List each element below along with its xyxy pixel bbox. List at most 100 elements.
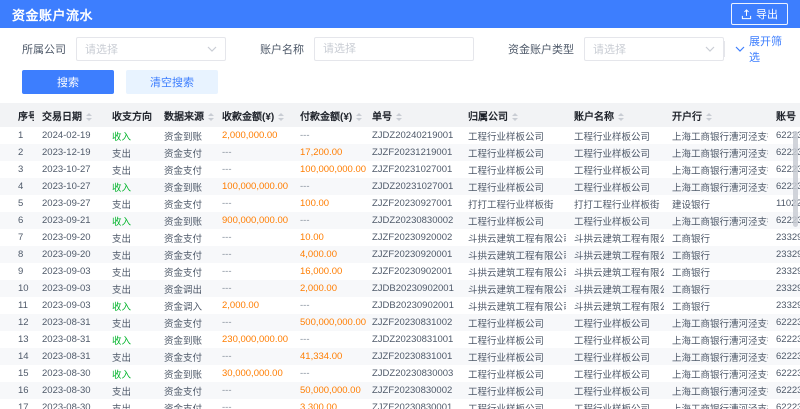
vertical-scrollbar[interactable]	[793, 131, 798, 227]
cell-company: 工程行业样板公司	[460, 127, 566, 144]
cell-account: 斗拱云建筑工程有限公司	[566, 246, 664, 263]
cell-direction: 支出	[104, 195, 156, 212]
sort-icon[interactable]	[86, 113, 92, 121]
cell-pay: 100,000,000.00	[292, 161, 364, 178]
cell-account_no: 23329499...	[768, 297, 800, 314]
column-header[interactable]: 账号	[768, 103, 800, 127]
cell-direction: 收入	[104, 178, 156, 195]
cell-no: 16	[0, 382, 34, 399]
sort-icon[interactable]	[706, 113, 712, 121]
column-label: 数据来源	[164, 112, 204, 123]
cell-receive: ---	[214, 280, 292, 297]
column-header[interactable]: 单号	[364, 103, 460, 127]
cell-receive: ---	[214, 229, 292, 246]
cell-company: 斗拱云建筑工程有限公司	[460, 297, 566, 314]
table-row: 32023-10-27支出资金支付---100,000,000.00ZJZF20…	[0, 161, 800, 178]
cell-company: 工程行业样板公司	[460, 365, 566, 382]
cell-company: 斗拱云建筑工程有限公司	[460, 280, 566, 297]
cell-direction: 支出	[104, 144, 156, 161]
column-label: 收支方向	[112, 112, 152, 123]
cell-date: 2023-08-31	[34, 314, 104, 331]
cell-receive: ---	[214, 399, 292, 409]
column-header[interactable]: 付款金额(¥)	[292, 103, 364, 127]
cell-account: 工程行业样板公司	[566, 331, 664, 348]
account-name-input[interactable]	[314, 37, 474, 61]
chevron-down-icon	[735, 46, 745, 52]
chevron-down-icon	[207, 46, 217, 52]
cell-order_no: ZJZF20230927001	[364, 195, 460, 212]
column-label: 收款金额(¥)	[222, 112, 274, 123]
cell-pay: ---	[292, 297, 364, 314]
cell-no: 4	[0, 178, 34, 195]
clear-search-button[interactable]: 清空搜索	[126, 70, 218, 94]
expand-filters-button[interactable]: 展开筛选	[724, 41, 786, 57]
cell-account_no: 62223011...	[768, 331, 800, 348]
cell-order_no: ZJZF20230831001	[364, 348, 460, 365]
cell-order_no: ZJZF20230830001	[364, 399, 460, 409]
cell-receive: ---	[214, 195, 292, 212]
cell-bank: 工商银行	[664, 229, 768, 246]
cell-date: 2023-08-31	[34, 348, 104, 365]
cell-no: 12	[0, 314, 34, 331]
column-label: 账户名称	[574, 112, 614, 123]
account-type-select[interactable]: 请选择	[584, 37, 724, 61]
column-header[interactable]: 归属公司	[460, 103, 566, 127]
cell-no: 2	[0, 144, 34, 161]
cell-receive: 900,000,000.00	[214, 212, 292, 229]
cell-date: 2023-09-03	[34, 263, 104, 280]
cell-company: 工程行业样板公司	[460, 331, 566, 348]
column-header[interactable]: 数据来源	[156, 103, 214, 127]
cell-pay: 10.00	[292, 229, 364, 246]
cell-receive: ---	[214, 348, 292, 365]
sort-icon[interactable]	[356, 113, 362, 121]
cell-pay: 17,200.00	[292, 144, 364, 161]
cell-bank: 上海工商银行漕河泾支行	[664, 348, 768, 365]
sort-icon[interactable]	[618, 113, 624, 121]
cell-date: 2024-02-19	[34, 127, 104, 144]
account-name-filter: 账户名称	[260, 37, 474, 61]
cell-pay: ---	[292, 331, 364, 348]
column-header[interactable]: 账户名称	[566, 103, 664, 127]
search-button[interactable]: 搜索	[22, 70, 114, 94]
cell-source: 资金到账	[156, 178, 214, 195]
sort-icon[interactable]	[208, 113, 214, 121]
company-select[interactable]: 请选择	[76, 37, 226, 61]
cell-date: 2023-08-31	[34, 331, 104, 348]
cell-pay: 2,000.00	[292, 280, 364, 297]
chevron-down-icon	[705, 46, 715, 52]
cell-no: 15	[0, 365, 34, 382]
sort-icon[interactable]	[512, 113, 518, 121]
column-label: 序号	[18, 112, 34, 123]
column-header[interactable]: 开户行	[664, 103, 768, 127]
cell-source: 资金支付	[156, 314, 214, 331]
cell-receive: ---	[214, 246, 292, 263]
filter-row: 所属公司 请选择 账户名称 资金账户类型 请选择 展开筛选	[22, 37, 786, 61]
cell-bank: 上海工商银行漕河泾支行	[664, 331, 768, 348]
cell-date: 2023-08-30	[34, 382, 104, 399]
column-header[interactable]: 交易日期	[34, 103, 104, 127]
export-button-label: 导出	[756, 6, 778, 22]
cell-source: 资金支付	[156, 382, 214, 399]
cell-receive: 230,000,000.00	[214, 331, 292, 348]
column-header[interactable]: 收款金额(¥)	[214, 103, 292, 127]
cell-receive: ---	[214, 161, 292, 178]
sort-icon[interactable]	[278, 113, 284, 121]
cell-company: 工程行业样板公司	[460, 314, 566, 331]
cell-account: 斗拱云建筑工程有限公司	[566, 297, 664, 314]
transactions-table: 序号交易日期收支方向 数据来源 收款金额(¥) 付款金额(¥)单号归属公司账户名称 开户…	[0, 103, 800, 409]
cell-no: 11	[0, 297, 34, 314]
sort-icon[interactable]	[396, 113, 402, 121]
cell-pay: ---	[292, 212, 364, 229]
cell-account: 斗拱云建筑工程有限公司	[566, 280, 664, 297]
cell-date: 2023-10-27	[34, 161, 104, 178]
column-header[interactable]: 收支方向	[104, 103, 156, 127]
cell-source: 资金支付	[156, 161, 214, 178]
cell-bank: 上海工商银行漕河泾支行	[664, 161, 768, 178]
cell-no: 17	[0, 399, 34, 409]
cell-order_no: ZJDB20230902001	[364, 280, 460, 297]
cell-order_no: ZJDZ20231027001	[364, 178, 460, 195]
cell-date: 2023-09-03	[34, 280, 104, 297]
cell-no: 6	[0, 212, 34, 229]
export-button[interactable]: 导出	[731, 3, 788, 25]
cell-company: 工程行业样板公司	[460, 161, 566, 178]
